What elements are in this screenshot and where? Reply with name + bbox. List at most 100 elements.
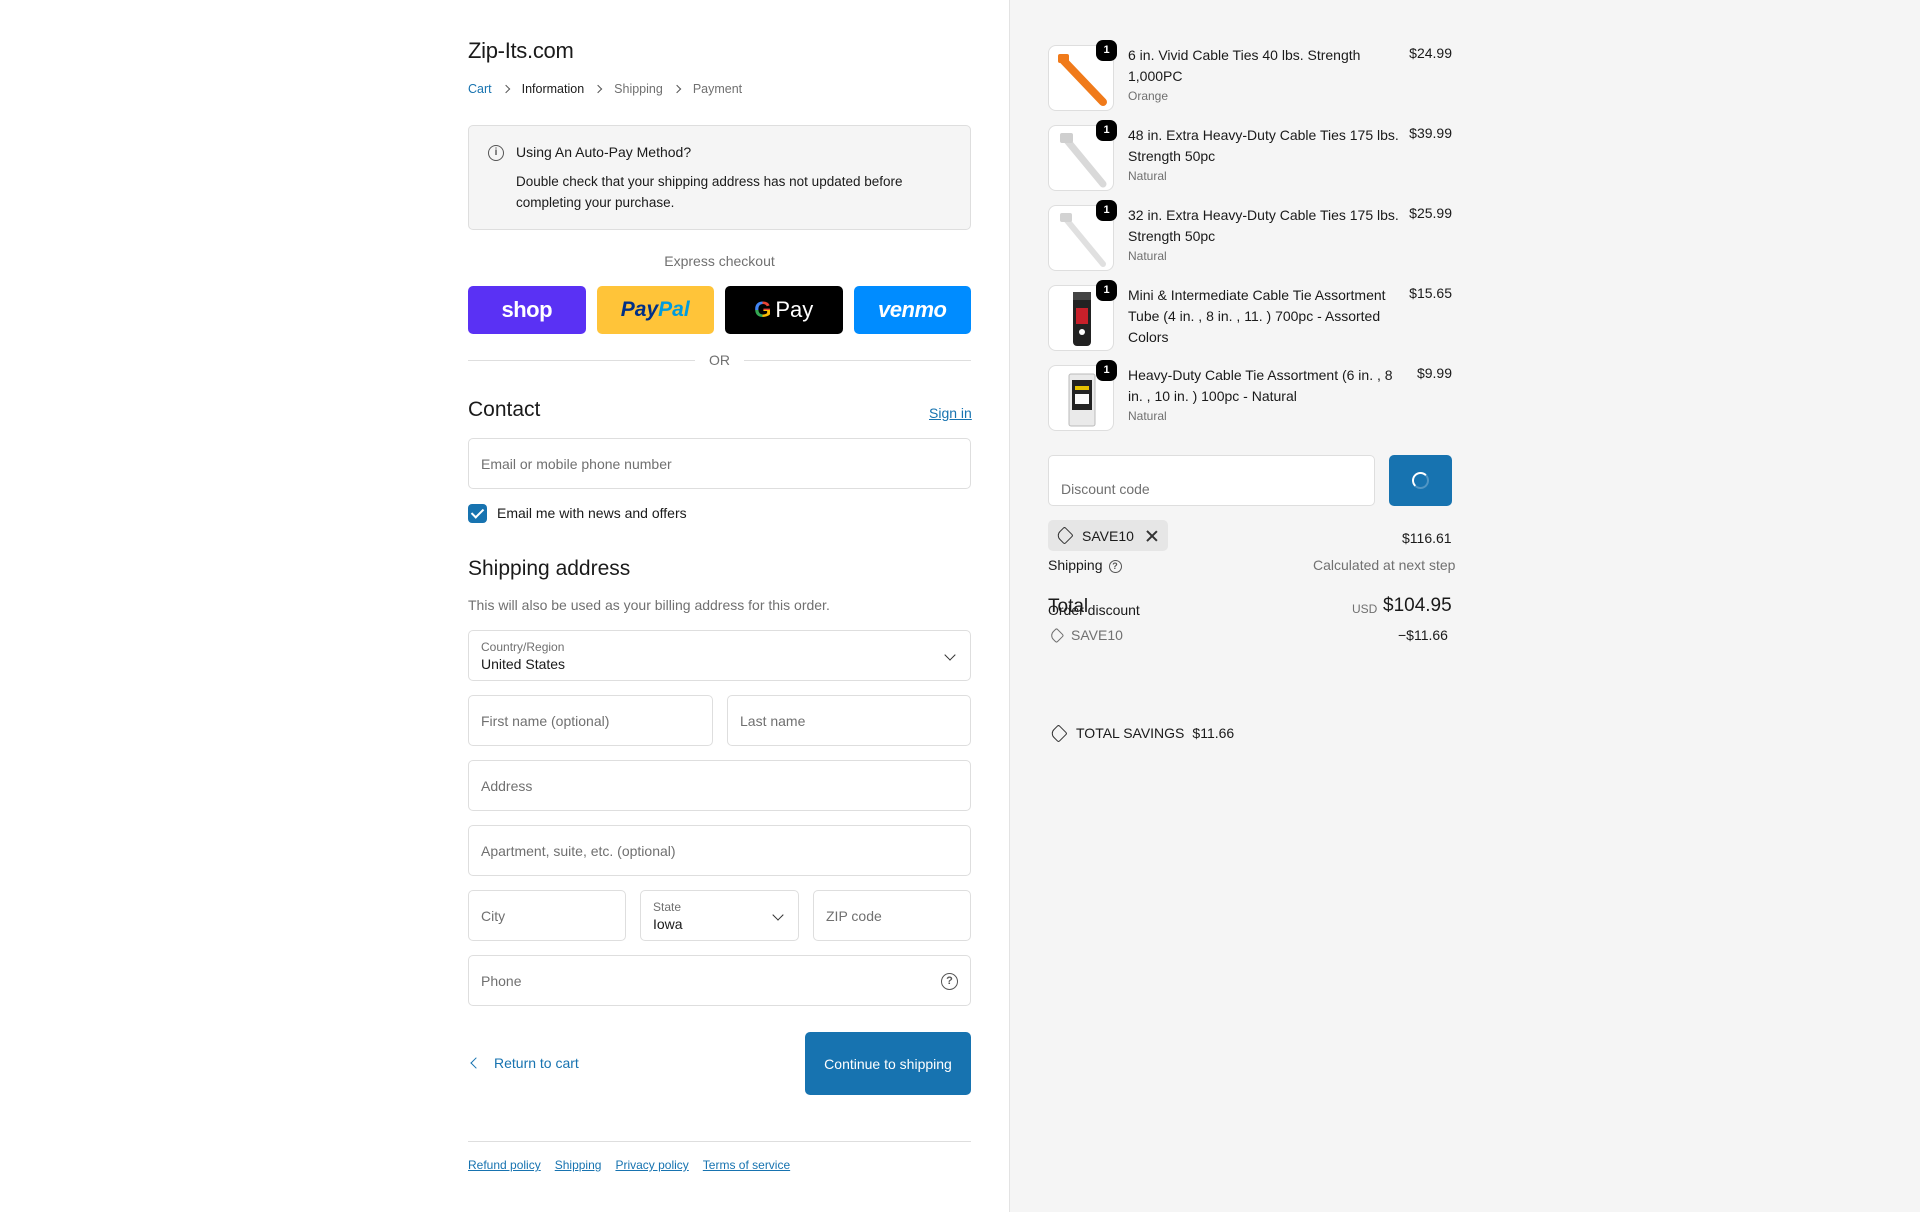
paypal-logo-pal: Pal — [658, 298, 690, 321]
zip-field[interactable]: ZIP code — [813, 890, 971, 941]
chevron-right-icon — [674, 85, 682, 93]
item-price: $15.65 — [1409, 285, 1452, 301]
tag-icon — [1049, 723, 1068, 743]
item-price: $25.99 — [1409, 205, 1452, 221]
google-pay-button[interactable]: G Pay — [725, 286, 843, 334]
divider-line — [744, 359, 971, 361]
item-variant: Natural — [1128, 409, 1167, 423]
apply-discount-button[interactable] — [1389, 455, 1452, 506]
item-variant: Orange — [1128, 89, 1169, 103]
apartment-field[interactable]: Apartment, suite, etc. (optional) — [468, 825, 971, 876]
item-name: 6 in. Vivid Cable Ties 40 lbs. Strength … — [1128, 45, 1400, 105]
divider-line — [468, 359, 695, 361]
return-to-cart-label: Return to cart — [494, 1055, 579, 1071]
address-field[interactable]: Address — [468, 760, 971, 811]
or-label: OR — [709, 352, 730, 368]
chevron-down-icon — [772, 909, 784, 921]
savings-value: $11.66 — [1192, 725, 1235, 741]
quantity-badge: 1 — [1096, 280, 1117, 301]
item-name: Mini & Intermediate Cable Tie Assortment… — [1128, 285, 1400, 348]
continue-to-shipping-button[interactable]: Continue to shipping — [805, 1032, 971, 1095]
venmo-button[interactable]: venmo — [853, 286, 971, 334]
shop-pay-button[interactable]: shop — [468, 286, 586, 334]
phone-field[interactable]: Phone ? — [468, 955, 971, 1006]
express-checkout-label: Express checkout — [664, 253, 775, 269]
last-name-field[interactable]: Last name — [727, 695, 971, 746]
autopay-notice: i Using An Auto-Pay Method? Double check… — [468, 125, 971, 230]
applied-discount-code: SAVE10 — [1082, 527, 1134, 544]
breadcrumb-shipping: Shipping — [614, 82, 663, 96]
info-icon: i — [488, 145, 504, 161]
item-price: $39.99 — [1409, 125, 1452, 141]
item-price: $24.99 — [1409, 45, 1452, 61]
shipping-policy-link[interactable]: Shipping — [555, 1158, 602, 1172]
shipping-row-label: Shipping? — [1048, 557, 1122, 573]
shipping-value: Calculated at next step — [1313, 557, 1456, 573]
quantity-badge: 1 — [1096, 360, 1117, 381]
sign-in-link[interactable]: Sign in — [929, 405, 972, 421]
breadcrumb: Cart Information Shipping Payment — [468, 82, 742, 96]
item-variant: Natural — [1128, 249, 1167, 263]
chevron-right-icon — [503, 85, 511, 93]
order-discount-label: Order discount — [1048, 602, 1140, 618]
applied-discount-chip: SAVE10 — [1048, 520, 1168, 551]
phone-placeholder: Phone — [481, 973, 522, 989]
breadcrumb-payment: Payment — [692, 82, 743, 96]
apartment-placeholder: Apartment, suite, etc. (optional) — [481, 843, 676, 859]
zip-placeholder: ZIP code — [826, 908, 882, 924]
news-checkbox[interactable] — [468, 504, 487, 523]
city-placeholder: City — [481, 908, 506, 924]
city-field[interactable]: City — [468, 890, 626, 941]
remove-discount-icon[interactable] — [1146, 530, 1158, 542]
subtotal-value: $116.61 — [1402, 530, 1452, 546]
notice-body: Double check that your shipping address … — [516, 174, 903, 210]
item-name: Heavy-Duty Cable Tie Assortment (6 in. ,… — [1128, 365, 1400, 425]
quantity-badge: 1 — [1096, 120, 1117, 141]
store-name[interactable]: Zip-Its.com — [468, 38, 574, 64]
news-checkbox-label[interactable]: Email me with news and offers — [497, 505, 687, 521]
chevron-down-icon — [944, 649, 956, 661]
contact-heading: Contact — [468, 398, 541, 421]
discount-code-line: SAVE10 — [1071, 627, 1123, 643]
country-label: Country/Region — [481, 640, 565, 654]
tag-icon — [1055, 526, 1074, 545]
item-title: Mini & Intermediate Cable Tie Assortment… — [1128, 287, 1386, 345]
google-pay-label: Pay — [775, 297, 814, 322]
email-field[interactable]: Email or mobile phone number — [468, 438, 971, 489]
item-variant: Natural — [1128, 169, 1167, 183]
state-select[interactable]: State Iowa — [640, 890, 799, 941]
breadcrumb-cart[interactable]: Cart — [468, 82, 492, 96]
discount-code-input[interactable]: Discount code — [1048, 455, 1375, 506]
total-value: $104.95 — [1383, 595, 1452, 616]
express-checkout-buttons: shop Pay Pal G Pay venmo — [468, 286, 971, 334]
item-name: 48 in. Extra Heavy-Duty Cable Ties 175 l… — [1128, 125, 1400, 185]
footer-divider — [468, 1141, 971, 1142]
privacy-policy-link[interactable]: Privacy policy — [615, 1158, 688, 1172]
return-to-cart-link[interactable]: Return to cart — [468, 1055, 579, 1071]
item-title: 48 in. Extra Heavy-Duty Cable Ties 175 l… — [1128, 127, 1399, 164]
help-icon[interactable]: ? — [1108, 559, 1122, 573]
item-title: Heavy-Duty Cable Tie Assortment (6 in. ,… — [1128, 367, 1393, 404]
help-icon[interactable]: ? — [941, 973, 958, 990]
google-g-icon: G — [754, 297, 772, 322]
discount-placeholder: Discount code — [1061, 481, 1150, 497]
terms-of-service-link[interactable]: Terms of service — [703, 1158, 790, 1172]
shipping-subtext: This will also be used as your billing a… — [468, 597, 830, 613]
shop-pay-logo: shop — [501, 297, 553, 322]
last-name-placeholder: Last name — [740, 713, 806, 729]
loading-spinner-icon — [1412, 472, 1429, 489]
tag-icon — [1048, 627, 1065, 643]
total-savings: TOTAL SAVINGS $11.66 — [1048, 723, 1235, 743]
email-placeholder: Email or mobile phone number — [481, 456, 672, 472]
paypal-button[interactable]: Pay Pal — [596, 286, 714, 334]
refund-policy-link[interactable]: Refund policy — [468, 1158, 541, 1172]
notice-title: Using An Auto-Pay Method? — [516, 144, 692, 160]
address-placeholder: Address — [481, 778, 533, 794]
item-name: 32 in. Extra Heavy-Duty Cable Ties 175 l… — [1128, 205, 1400, 265]
country-select[interactable]: Country/Region United States — [468, 630, 971, 681]
shipping-label: Shipping — [1048, 557, 1103, 573]
state-label: State — [653, 900, 682, 914]
first-name-field[interactable]: First name (optional) — [468, 695, 713, 746]
chevron-left-icon — [470, 1057, 482, 1069]
item-title: 32 in. Extra Heavy-Duty Cable Ties 175 l… — [1128, 207, 1399, 244]
